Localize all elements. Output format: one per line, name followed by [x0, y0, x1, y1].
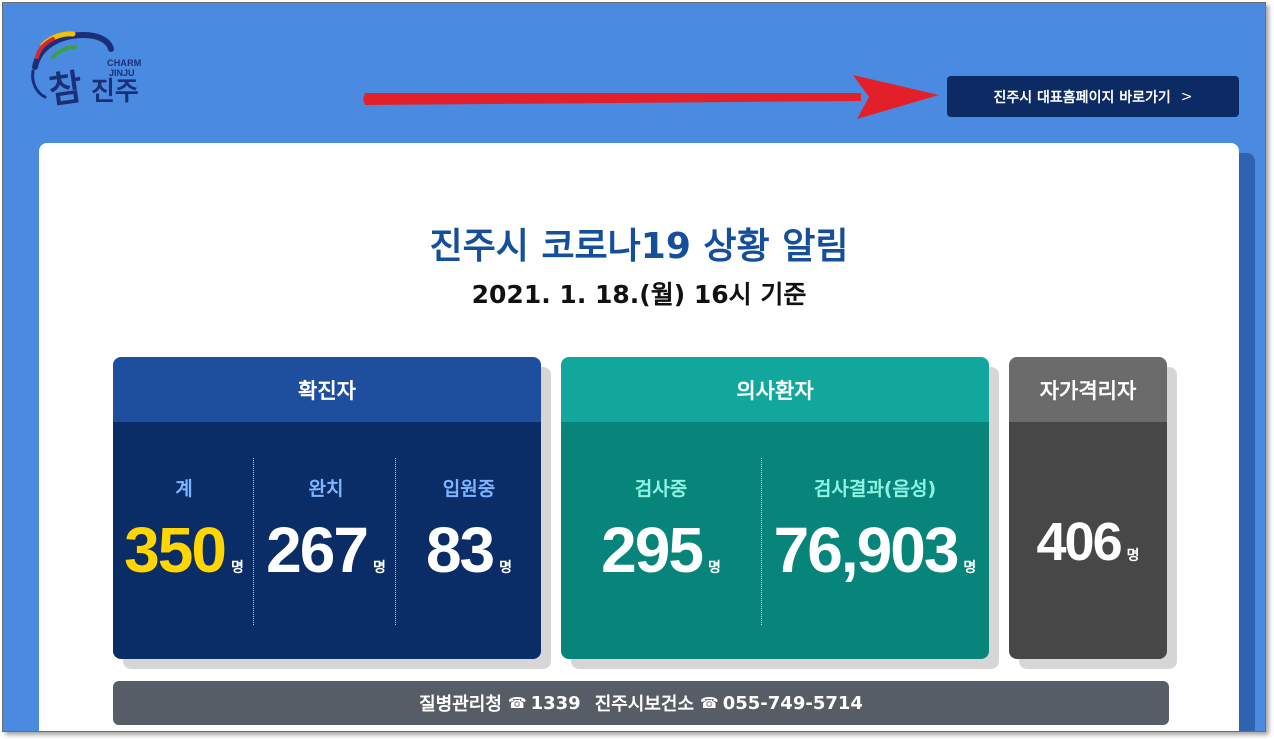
annotation-arrow-icon: [363, 75, 939, 119]
quarantine-card: 자가격리자 406 명: [1009, 357, 1167, 659]
stat-label: 검사중: [634, 478, 688, 500]
page-subtitle-date: 2021. 1. 18.(월) 16시 기준: [471, 280, 807, 309]
quarantine-card-header: 자가격리자: [1009, 357, 1167, 422]
stat-number: 406: [1036, 512, 1123, 572]
suspected-card-header: 의사환자: [561, 357, 989, 422]
page-title: 진주시 코로나19 상황 알림: [429, 226, 849, 267]
health-center-phone[interactable]: 055-749-5714: [723, 693, 863, 714]
phone-icon: ☎: [507, 694, 527, 712]
confirmed-card-header: 확진자: [113, 357, 541, 422]
phone-icon: ☎: [700, 694, 719, 712]
homepage-link-button[interactable]: 진주시 대표홈페이지 바로가기 >: [947, 76, 1239, 117]
stat-number: 267: [266, 514, 369, 586]
stat-value: 267 명: [255, 510, 397, 608]
quarantine-card-body: 406 명: [1009, 422, 1167, 659]
kdca-label: 질병관리청: [419, 694, 502, 715]
main-panel: 진주시 코로나19 상황 알림 2021. 1. 18.(월) 16시 기준 확…: [39, 143, 1239, 731]
stat-label: 완치: [308, 478, 344, 500]
logo-jinju-hangul: 진주: [91, 77, 139, 107]
stat-value: 350 명: [113, 510, 255, 608]
stat-number: 350: [124, 514, 227, 586]
stat-value: 406 명: [1009, 502, 1167, 596]
confirmed-recovered: 완치 267 명: [255, 422, 397, 659]
stat-label: 입원중: [442, 478, 496, 500]
stat-unit: 명: [230, 560, 244, 576]
confirmed-card: 확진자 계 350 명 완치 267 명 입원중 83 명: [113, 357, 541, 659]
stat-label: 검사결과(음성): [813, 478, 937, 500]
logo-charm-hangul: 참: [46, 65, 85, 113]
health-center-label: 진주시보건소: [594, 694, 695, 715]
stat-value: 295 명: [561, 510, 761, 608]
chevron-right-icon: >: [1180, 88, 1193, 105]
contact-info-bar: 질병관리청 ☎ 1339 진주시보건소 ☎ 055-749-5714: [113, 681, 1169, 725]
logo-charm-text: CHARM: [107, 58, 142, 68]
confirmed-hospitalized: 입원중 83 명: [397, 422, 541, 659]
suspected-card: 의사환자 검사중 295 명 검사결과(음성) 76,903 명: [561, 357, 989, 659]
quarantine-count: 406 명: [1009, 422, 1167, 659]
stat-unit: 명: [499, 560, 513, 576]
stat-number: 295: [601, 514, 704, 586]
stat-value: 76,903 명: [761, 510, 989, 608]
stat-unit: 명: [1126, 548, 1140, 564]
stat-unit: 명: [963, 560, 977, 576]
stat-unit: 명: [372, 560, 386, 576]
confirmed-total: 계 350 명: [113, 422, 255, 659]
stat-value: 83 명: [397, 510, 541, 608]
column-divider: [253, 458, 254, 625]
suspected-testing: 검사중 295 명: [561, 422, 761, 659]
suspected-card-body: 검사중 295 명 검사결과(음성) 76,903 명: [561, 422, 989, 659]
suspected-negative: 검사결과(음성) 76,903 명: [761, 422, 989, 659]
stat-number: 76,903: [773, 514, 960, 586]
stat-number: 83: [425, 514, 495, 586]
charm-jinju-logo[interactable]: CHARM JINJU 참 진주: [29, 27, 159, 123]
page-background: CHARM JINJU 참 진주 진주시 대표홈페이지 바로가기 > 진주시 코…: [2, 2, 1266, 732]
confirmed-card-body: 계 350 명 완치 267 명 입원중 83 명: [113, 422, 541, 659]
stat-unit: 명: [707, 560, 721, 576]
homepage-link-label: 진주시 대표홈페이지 바로가기: [993, 89, 1171, 106]
column-divider: [395, 458, 396, 625]
stat-label: 계: [175, 478, 193, 500]
kdca-phone[interactable]: 1339: [531, 693, 581, 714]
